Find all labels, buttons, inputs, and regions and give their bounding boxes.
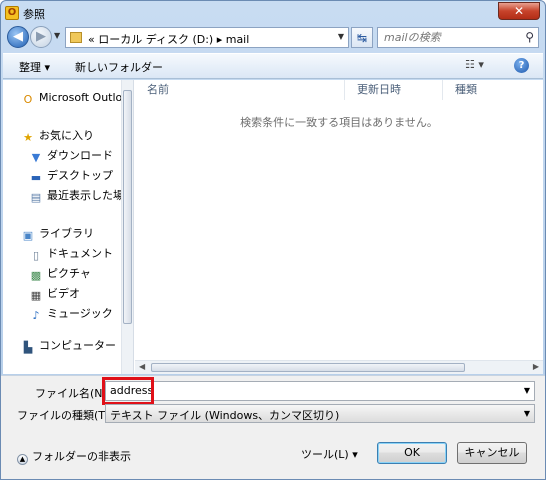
nav-item[interactable]: ▼ ダウンロード	[3, 146, 121, 166]
filetype-select[interactable]: テキスト ファイル (Windows、カンマ区切り) ▼	[105, 404, 535, 423]
nav-item-label: Microsoft Outlook	[39, 91, 121, 104]
title-bar: O 参照 ✕	[1, 1, 545, 25]
picture-icon: ▩	[30, 269, 42, 282]
nav-item-label: 最近表示した場所	[47, 189, 121, 202]
filename-input[interactable]	[110, 384, 510, 397]
column-header-modified[interactable]: 更新日時	[345, 80, 443, 100]
star-icon: ★	[23, 131, 33, 144]
chevron-up-icon: ▲	[17, 454, 28, 465]
document-icon: ▯	[32, 249, 40, 262]
nav-item[interactable]: O Microsoft Outlook	[3, 88, 121, 108]
filetype-value: テキスト ファイル (Windows、カンマ区切り)	[110, 409, 340, 422]
new-folder-button[interactable]: 新しいフォルダー	[75, 59, 163, 75]
ok-button[interactable]: OK	[377, 442, 447, 464]
navigation-bar: ◀ ▶ ▼ « ローカル ディスク (D:) ▸ mail ▼ ↹ ⚲	[5, 25, 541, 51]
video-icon: ▦	[30, 289, 42, 302]
nav-item-label: ピクチャ	[47, 267, 91, 280]
nav-item[interactable]: ▙ コンピューター	[3, 336, 121, 356]
refresh-button[interactable]: ↹	[351, 27, 373, 48]
file-list-horizontal-scrollbar[interactable]: ◀ ▶	[135, 360, 543, 374]
nav-item[interactable]: ★ お気に入り	[3, 126, 121, 146]
search-input[interactable]	[384, 31, 514, 44]
change-view-button[interactable]: ☷ ▾	[465, 58, 484, 71]
search-box[interactable]: ⚲	[377, 27, 539, 48]
filetype-label: ファイルの種類(T):	[17, 409, 114, 422]
navigation-pane: O Microsoft Outlook ★ お気に入り ▼ ダウンロード ▬ デスクトップ ▤ 最…	[3, 80, 134, 374]
desktop-icon: ▬	[30, 171, 42, 184]
address-bar[interactable]: « ローカル ディスク (D:) ▸ mail ▼	[65, 27, 349, 48]
folder-icon	[70, 32, 82, 43]
nav-item[interactable]: ▬ デスクトップ	[3, 166, 121, 186]
nav-item-label: お気に入り	[39, 129, 94, 142]
scrollbar-thumb[interactable]	[123, 90, 132, 324]
column-header-name[interactable]: 名前	[135, 80, 345, 100]
nav-item[interactable]: ▣ ライブラリ	[3, 224, 121, 244]
navigation-pane-scrollbar[interactable]	[121, 80, 133, 374]
hide-folders-label: フォルダーの非表示	[32, 450, 131, 463]
hide-folders-toggle[interactable]: ▲ フォルダーの非表示	[17, 448, 131, 465]
scroll-right-icon[interactable]: ▶	[533, 362, 539, 371]
browse-dialog: O 参照 ✕ ◀ ▶ ▼ « ローカル ディスク (D:) ▸ mail ▼ ↹…	[0, 0, 546, 480]
nav-item[interactable]: ▤ 最近表示した場所	[3, 186, 121, 206]
content-area: O Microsoft Outlook ★ お気に入り ▼ ダウンロード ▬ デスクトップ ▤ 最…	[3, 80, 543, 374]
music-icon: ♪	[32, 309, 40, 322]
organize-button[interactable]: 整理 ▾	[19, 59, 50, 75]
back-button[interactable]: ◀	[7, 26, 29, 48]
outlook-icon: O	[23, 93, 33, 106]
cancel-button[interactable]: キャンセル	[457, 442, 527, 464]
filename-label: ファイル名(N):	[35, 387, 111, 400]
library-icon: ▣	[22, 229, 34, 242]
filename-dropdown-icon[interactable]: ▼	[524, 386, 530, 395]
address-dropdown-icon[interactable]: ▼	[338, 32, 344, 41]
download-folder-icon: ▼	[31, 151, 41, 164]
nav-item[interactable]: ▦ ビデオ	[3, 284, 121, 304]
filetype-dropdown-icon[interactable]: ▼	[524, 409, 530, 418]
highlight-box	[102, 377, 154, 405]
nav-item[interactable]: ▩ ピクチャ	[3, 264, 121, 284]
nav-item-label: ドキュメント	[47, 247, 113, 260]
filename-combobox[interactable]: ▼	[105, 381, 535, 401]
outlook-app-icon: O	[5, 6, 19, 20]
nav-item-label: コンピューター	[39, 339, 116, 352]
command-bar: 整理 ▾ 新しいフォルダー ☷ ▾ ?	[3, 53, 543, 79]
address-path[interactable]: « ローカル ディスク (D:) ▸ mail	[88, 31, 249, 47]
nav-item[interactable]: ▯ ドキュメント	[3, 244, 121, 264]
nav-item-label: ビデオ	[47, 287, 80, 300]
nav-item-label: ライブラリ	[39, 227, 94, 240]
scrollbar-thumb[interactable]	[151, 363, 465, 372]
recent-places-icon: ▤	[30, 191, 42, 204]
forward-button[interactable]: ▶	[30, 26, 52, 48]
scroll-left-icon[interactable]: ◀	[139, 362, 145, 371]
tools-button[interactable]: ツール(L) ▾	[301, 446, 358, 462]
empty-list-message: 検索条件に一致する項目はありません。	[240, 116, 438, 129]
column-header-type[interactable]: 種類	[443, 80, 543, 100]
close-button[interactable]: ✕	[498, 2, 540, 20]
nav-item-label: ダウンロード	[47, 149, 113, 162]
file-form: ファイル名(N): ▼ ファイルの種類(T): テキスト ファイル (Windo…	[1, 375, 545, 479]
window-title: 参照	[23, 8, 45, 21]
computer-icon: ▙	[23, 341, 33, 354]
nav-item-label: ミュージック	[47, 307, 113, 320]
recent-locations-chevron-icon[interactable]: ▼	[54, 31, 60, 40]
help-icon[interactable]: ?	[514, 58, 529, 73]
nav-item[interactable]: ♪ ミュージック	[3, 304, 121, 324]
nav-item-label: デスクトップ	[47, 169, 113, 182]
search-icon[interactable]: ⚲	[525, 30, 534, 44]
file-list: 名前 更新日時 種類 検索条件に一致する項目はありません。 ◀ ▶	[135, 80, 543, 374]
